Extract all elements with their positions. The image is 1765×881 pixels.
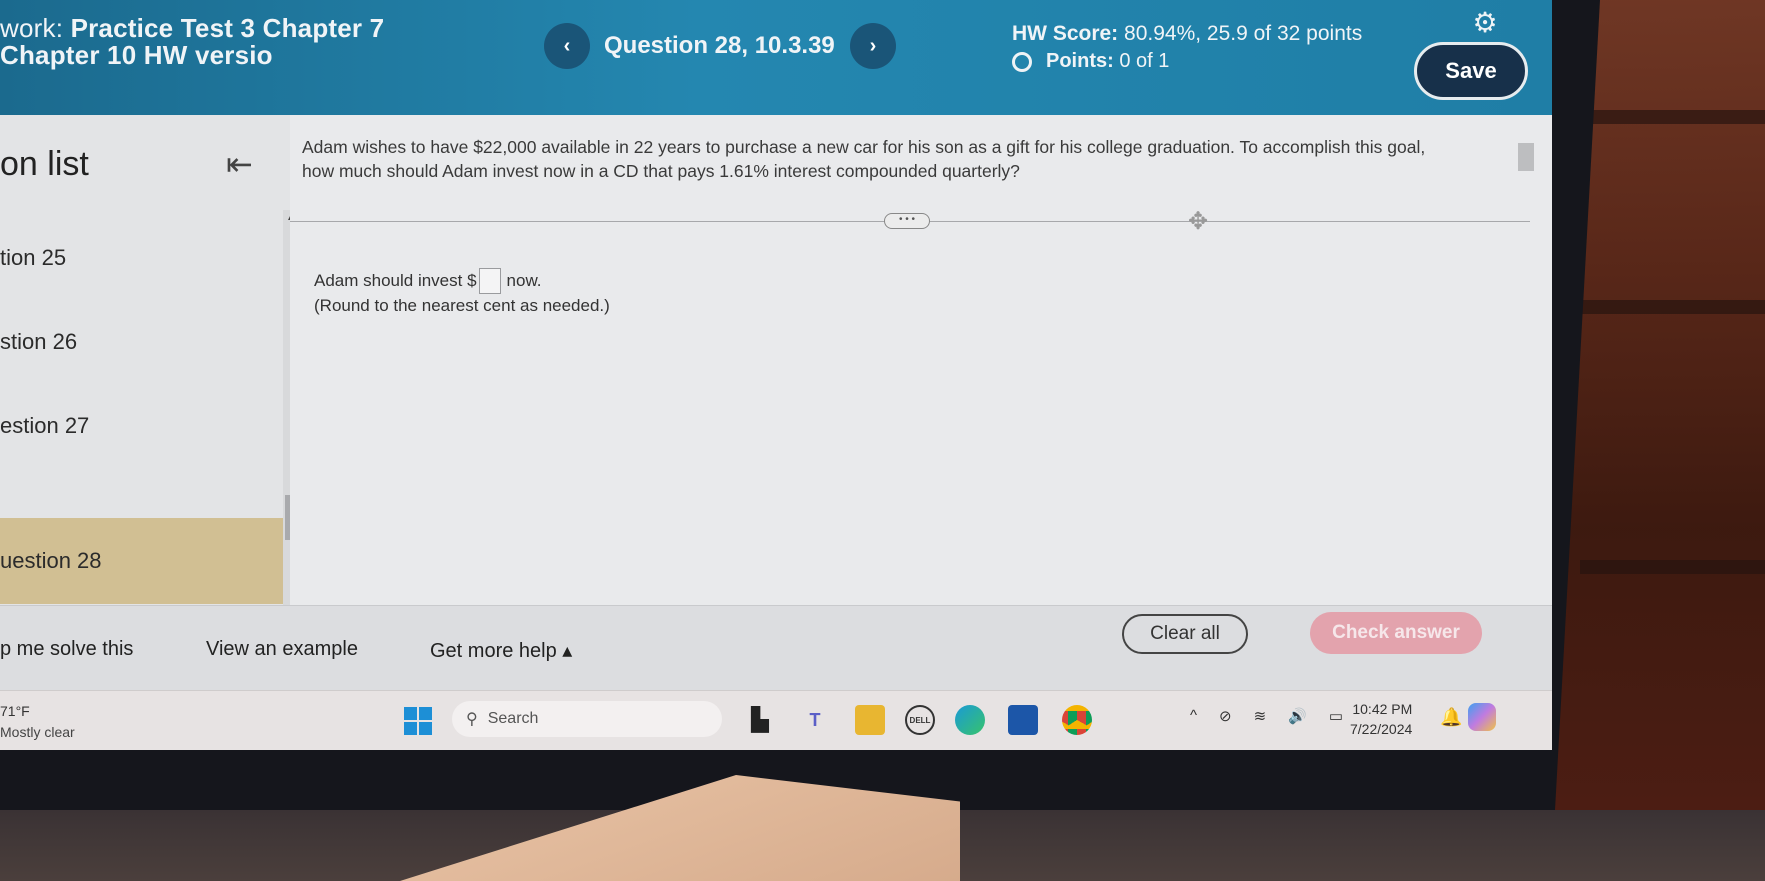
sidebar-item-question-25[interactable]: tion 25 — [0, 215, 286, 301]
clock-date: 7/22/2024 — [1350, 721, 1413, 737]
progress-circle-icon — [1012, 51, 1032, 72]
sidebar-item-question-28[interactable]: uestion 28 — [0, 518, 286, 604]
teams-icon[interactable]: T — [800, 705, 830, 735]
question-scrollbar[interactable] — [1518, 123, 1534, 193]
question-list-sidebar: on list ⇤ tion 25 stion 26 estion 27 ues… — [0, 115, 301, 630]
sidebar-item-question-27[interactable]: estion 27 — [0, 383, 286, 469]
microsoft-store-icon[interactable] — [1008, 705, 1038, 735]
dell-glyph: DELL — [909, 715, 931, 725]
taskbar-clock[interactable]: 10:42 PM 7/22/2024 — [1350, 699, 1412, 739]
assignment-header: work: Practice Test 3 Chapter 7 Chapter … — [0, 0, 1552, 115]
taskbar-search[interactable]: ⚲ Search — [452, 701, 722, 737]
volume-icon[interactable]: 🔊 — [1288, 707, 1307, 725]
sidebar-item-label: stion 26 — [0, 329, 78, 354]
gear-icon[interactable]: ⚙ — [1470, 8, 1500, 38]
question-panel: Adam wishes to have $22,000 available in… — [290, 115, 1552, 625]
task-view-glyph: ▙ — [751, 707, 769, 732]
title-prefix: work: — [0, 13, 64, 43]
windows-taskbar: 71°F Mostly clear ⚲ Search ▙ T DELL ^ ⊘ … — [0, 690, 1552, 750]
answer-prefix: Adam should invest $ — [314, 271, 477, 290]
save-button[interactable]: Save — [1414, 42, 1528, 100]
answer-input[interactable] — [478, 268, 501, 294]
weather-temperature[interactable]: 71°F — [0, 703, 30, 719]
collapse-sidebar-icon[interactable]: ⇤ — [226, 145, 253, 183]
search-icon: ⚲ — [466, 711, 478, 728]
chevron-right-icon: › — [869, 34, 877, 57]
sidebar-item-question-26[interactable]: stion 26 — [0, 299, 286, 385]
action-bar: p me solve this View an example Get more… — [0, 605, 1552, 690]
points-value: 0 of 1 — [1119, 50, 1170, 72]
screen: work: Practice Test 3 Chapter 7 Chapter … — [0, 0, 1552, 750]
mic-off-icon[interactable]: ⊘ — [1219, 707, 1232, 725]
notification-bell-icon[interactable]: 🔔 — [1440, 707, 1462, 728]
answer-sentence: Adam should invest $ now. — [314, 268, 542, 294]
hw-score: HW Score: 80.94%, 25.9 of 32 points — [1012, 22, 1362, 46]
weather-description[interactable]: Mostly clear — [0, 724, 75, 740]
background-stripe — [1580, 560, 1765, 574]
sidebar-item-label: estion 27 — [0, 413, 90, 438]
title-line-1: Practice Test 3 Chapter 7 — [70, 13, 385, 43]
next-question-button[interactable]: › — [850, 23, 896, 69]
rounding-instruction: (Round to the nearest cent as needed.) — [314, 296, 610, 315]
file-explorer-icon[interactable] — [855, 705, 885, 735]
question-label: Question 28, 10.3.39 — [604, 32, 835, 59]
move-icon[interactable]: ✥ — [1184, 208, 1212, 236]
check-answer-button[interactable]: Check answer — [1310, 612, 1482, 654]
search-placeholder: Search — [487, 710, 539, 727]
points-status: Points: 0 of 1 — [1012, 50, 1169, 73]
help-me-solve-this-link[interactable]: p me solve this — [0, 638, 133, 661]
sidebar-title: on list — [0, 145, 89, 183]
sidebar-item-label: tion 25 — [0, 245, 67, 270]
previous-question-button[interactable]: ‹ — [544, 23, 590, 69]
sidebar-item-label: uestion 28 — [0, 548, 102, 573]
points-label: Points: — [1046, 50, 1114, 72]
expand-more-button[interactable]: • • • — [884, 213, 930, 229]
chevron-left-icon: ‹ — [563, 34, 571, 57]
show-hidden-icons-chevron-icon[interactable]: ^ — [1190, 707, 1197, 725]
clock-time: 10:42 PM — [1352, 701, 1413, 717]
wifi-icon[interactable]: ≋ — [1254, 707, 1267, 725]
task-view-icon[interactable]: ▙ — [745, 705, 775, 735]
title-line-2: Chapter 10 HW versio — [0, 40, 273, 70]
hw-score-value: 80.94%, 25.9 of 32 points — [1124, 22, 1363, 45]
answer-suffix: now. — [506, 271, 542, 290]
edge-icon[interactable] — [955, 705, 985, 735]
clear-all-button[interactable]: Clear all — [1122, 614, 1248, 654]
hw-score-label: HW Score: — [1012, 22, 1119, 45]
windows-start-icon[interactable] — [404, 707, 432, 735]
chrome-icon[interactable] — [1062, 705, 1092, 735]
scrollbar-thumb[interactable] — [1518, 143, 1534, 171]
get-more-help-link[interactable]: Get more help ▴ — [430, 638, 572, 663]
background-stripe — [1580, 300, 1765, 314]
view-an-example-link[interactable]: View an example — [206, 638, 358, 661]
background-stripe — [1580, 110, 1765, 124]
system-tray: ^ ⊘ ≋ 🔊 ▭ — [1190, 707, 1343, 725]
copilot-icon[interactable] — [1468, 703, 1496, 731]
battery-icon[interactable]: ▭ — [1329, 707, 1343, 725]
question-text: Adam wishes to have $22,000 available in… — [302, 137, 1426, 181]
dell-icon[interactable]: DELL — [905, 705, 935, 735]
teams-glyph: T — [809, 709, 821, 730]
